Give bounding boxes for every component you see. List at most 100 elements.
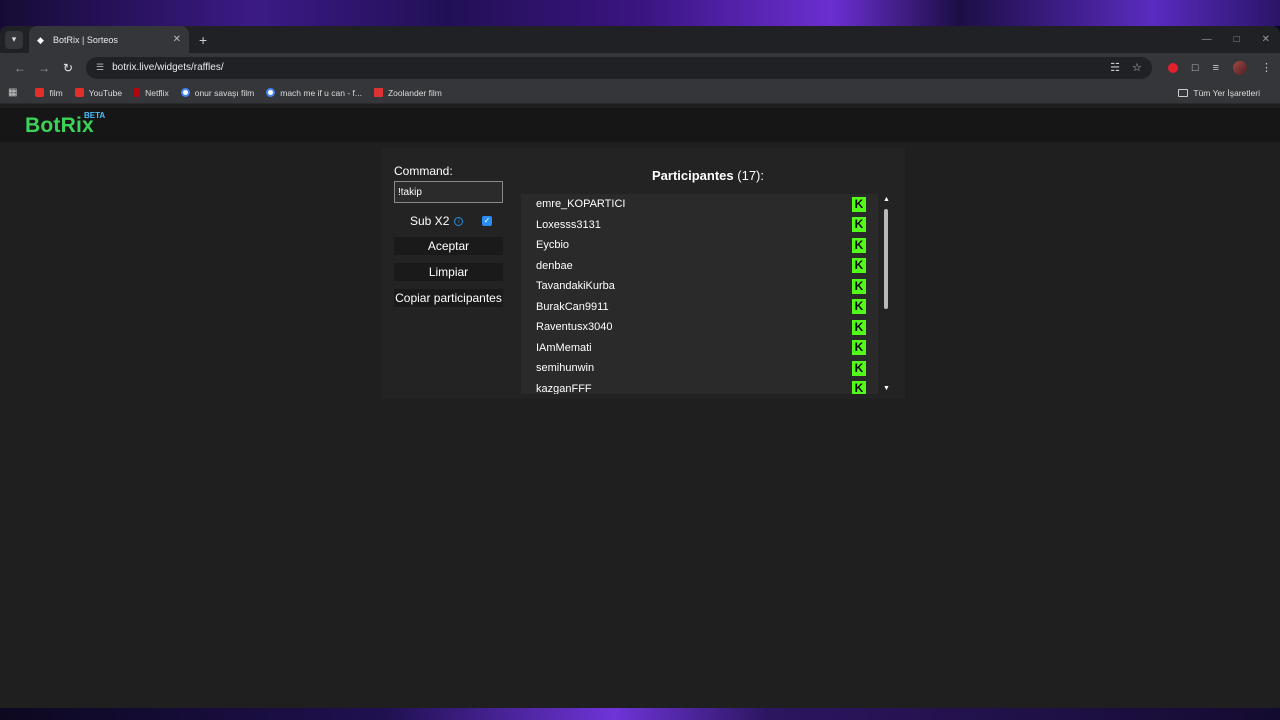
botrix-favicon-icon: ◆ (37, 34, 44, 45)
close-tab-icon[interactable]: ✕ (173, 34, 181, 45)
maximize-icon[interactable]: □ (1234, 34, 1240, 45)
command-input[interactable] (394, 181, 503, 203)
list-item: denbae K (521, 256, 878, 277)
participant-name: Loxesss3131 (536, 218, 601, 231)
extensions-puzzle-icon[interactable]: □ (1192, 62, 1199, 74)
participant-name: denbae (536, 259, 573, 272)
participant-name: kazganFFF (536, 382, 592, 394)
kick-icon: K (852, 237, 866, 253)
list-item: Loxesss3131 K (521, 215, 878, 236)
kick-icon: K (852, 340, 866, 356)
bookmark-label: mach me if u can - f... (280, 87, 362, 98)
bookmark-onur-savasi[interactable]: onur savaşı film (180, 87, 255, 98)
list-item: kazganFFF K (521, 379, 878, 394)
bookmark-film[interactable]: film (35, 87, 63, 98)
participant-name: IAmMemati (536, 341, 592, 354)
forward-icon[interactable]: → (32, 61, 56, 75)
desktop-wallpaper (0, 0, 1280, 26)
translate-icon[interactable]: ☵ (1110, 61, 1120, 74)
extension-icon[interactable] (1167, 62, 1178, 73)
accept-button[interactable]: Aceptar (394, 237, 503, 255)
participants-scrollbar[interactable]: ▲ ▼ (882, 196, 890, 392)
list-item: TavandakiKurba K (521, 276, 878, 297)
zoolander-icon (373, 88, 383, 97)
kick-icon: K (852, 299, 866, 315)
window-controls: — □ ✕ (1202, 26, 1270, 53)
copy-participants-button[interactable]: Copiar participantes (394, 289, 503, 307)
youtube-icon (35, 88, 45, 97)
url-text: botrix.live/widgets/raffles/ (112, 62, 224, 73)
participants-title: Participantes (651, 168, 734, 183)
participant-name: emre_KOPARTICI (536, 198, 626, 211)
scroll-thumb[interactable] (884, 209, 888, 309)
desktop-taskbar-edge (0, 708, 1280, 720)
bookmark-label: film (49, 87, 63, 98)
kick-icon: K (852, 217, 866, 233)
beta-badge: BETA (84, 111, 106, 120)
youtube-icon (74, 88, 84, 97)
all-bookmarks-label: Tüm Yer İşaretleri (1193, 87, 1260, 98)
list-item: Eycbio K (521, 235, 878, 256)
list-item: semihunwin K (521, 358, 878, 379)
browser-window: ▾ ◆ BotRix | Sorteos ✕ + — □ ✕ ← → ↻ ☰ b… (0, 26, 1280, 708)
kick-icon: K (852, 360, 866, 376)
kick-icon: K (852, 258, 866, 274)
all-bookmarks[interactable]: Tüm Yer İşaretleri (1178, 88, 1260, 98)
command-label: Command: (394, 164, 453, 178)
browser-tab[interactable]: ◆ BotRix | Sorteos ✕ (29, 26, 189, 53)
bookmark-zoolander[interactable]: Zoolander film (373, 87, 442, 98)
browser-toolbar: ← → ↻ ☰ botrix.live/widgets/raffles/ ☵ ☆… (0, 53, 1280, 82)
sub-x2-row: Sub X2 i ✓ (394, 213, 503, 229)
site-info-icon[interactable]: ☰ (96, 62, 104, 73)
tab-search-button[interactable]: ▾ (5, 30, 23, 49)
participants-count: (17): (737, 168, 764, 183)
participant-name: BurakCan9911 (536, 300, 609, 313)
bookmark-netflix[interactable]: Netflix (134, 88, 169, 98)
bookmark-mach-me[interactable]: mach me if u can - f... (266, 88, 362, 98)
info-icon[interactable]: i (454, 216, 464, 226)
sub-x2-checkbox[interactable]: ✓ (482, 216, 492, 226)
list-item: IAmMemati K (521, 338, 878, 359)
kick-icon: K (852, 381, 866, 394)
list-item: emre_KOPARTICI K (521, 194, 878, 215)
site-header: BotRix BETA (0, 108, 1280, 142)
clear-button[interactable]: Limpiar (394, 263, 503, 281)
bookmark-label: Netflix (145, 87, 169, 98)
profile-avatar[interactable] (1233, 60, 1247, 75)
participants-list[interactable]: emre_KOPARTICI K Loxesss3131 K Eycbio K den… (521, 194, 878, 394)
new-tab-button[interactable]: + (199, 32, 207, 48)
kick-icon: K (852, 319, 866, 335)
tab-strip: ▾ ◆ BotRix | Sorteos ✕ + — □ ✕ (0, 26, 1280, 53)
kick-icon: K (852, 196, 866, 212)
raffle-controls: Command: Sub X2 i ✓ Aceptar Limpiar Copi… (394, 164, 503, 307)
address-bar[interactable]: ☰ botrix.live/widgets/raffles/ ☵ ☆ (86, 56, 1152, 79)
scroll-down-icon[interactable]: ▼ (883, 385, 890, 392)
chevron-down-icon: ▾ (11, 34, 17, 44)
scroll-up-icon[interactable]: ▲ (883, 196, 890, 203)
bookmark-star-icon[interactable]: ☆ (1132, 61, 1142, 74)
participant-name: semihunwin (536, 362, 595, 375)
minimize-icon[interactable]: — (1202, 34, 1212, 45)
participant-name: Eycbio (536, 239, 570, 252)
bookmarks-bar: ▦ film YouTube Netflix onur savaşı film … (0, 82, 1280, 104)
bookmark-label: Zoolander film (387, 87, 442, 98)
bookmark-youtube[interactable]: YouTube (74, 87, 123, 98)
kick-icon: K (852, 278, 866, 294)
participants-heading: Participantes (17): (521, 168, 895, 183)
participant-name: Raventusx3040 (536, 321, 613, 334)
back-icon[interactable]: ← (8, 61, 32, 75)
participant-name: TavandakiKurba (536, 280, 615, 293)
apps-grid-icon[interactable]: ▦ (8, 87, 17, 98)
participants-section: Participantes (17): emre_KOPARTICI K Loxe… (521, 148, 905, 399)
netflix-icon (134, 88, 141, 97)
close-window-icon[interactable]: ✕ (1262, 34, 1270, 45)
bookmark-label: YouTube (88, 87, 123, 98)
media-control-icon[interactable]: ≡ (1213, 62, 1219, 74)
google-icon (180, 88, 190, 97)
list-item: BurakCan9911 K (521, 297, 878, 318)
reload-icon[interactable]: ↻ (56, 61, 80, 75)
bookmark-label: onur savaşı film (194, 87, 255, 98)
raffle-panel: Command: Sub X2 i ✓ Aceptar Limpiar Copi… (381, 148, 905, 399)
menu-kebab-icon[interactable]: ⋮ (1261, 61, 1272, 74)
sub-x2-label: Sub X2 (410, 214, 450, 228)
